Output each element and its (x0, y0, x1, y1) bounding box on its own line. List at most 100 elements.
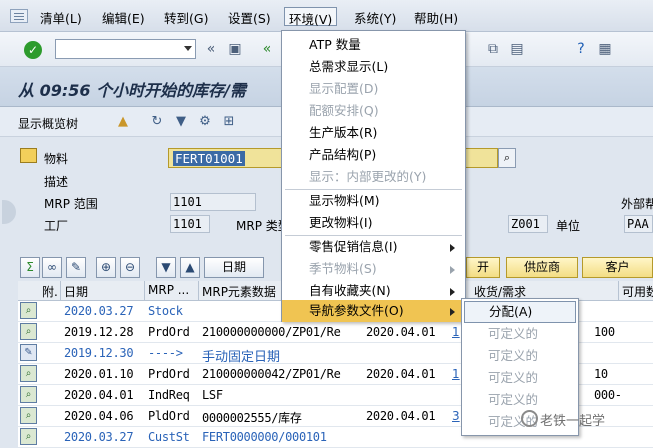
submenu-arrow-icon (450, 288, 455, 296)
col-mrp-element[interactable]: MRP ... (148, 283, 189, 297)
detail-icon[interactable]: ⌕ (20, 323, 37, 340)
detail-icon[interactable]: ⌕ (20, 386, 37, 403)
app-menu-icon[interactable] (10, 9, 28, 23)
scroll-left-handle[interactable] (2, 200, 16, 224)
unit-code-field[interactable]: Z001 (508, 215, 548, 233)
material-value: FERT01001 (173, 151, 245, 166)
row-quantity: 100 (594, 325, 615, 339)
open-button-label: 开 (476, 260, 489, 274)
menu-item-product-structure[interactable]: 产品结构(P) (282, 144, 465, 166)
row-mrp-element: Stock (148, 304, 183, 318)
environment-menu: ATP 数量 总需求显示(L) 显示配置(D) 配额安排(Q) 生产版本(R) … (281, 30, 466, 322)
collapse-icon[interactable]: « (202, 40, 220, 58)
enter-icon[interactable]: ✓ (24, 41, 42, 59)
col-date[interactable]: 日期 (64, 283, 88, 300)
watermark-logo-icon (521, 410, 538, 427)
mrp-run-icon[interactable]: ▲ (114, 113, 132, 131)
user-settings-icon[interactable]: ⚙ (196, 113, 214, 131)
row-element-data: 手动固定日期 (202, 350, 281, 365)
submenu-arrow-icon (450, 244, 455, 252)
menu-help[interactable]: 帮助(H) (410, 7, 462, 26)
menu-item-total-requirements[interactable]: 总需求显示(L) (282, 56, 465, 78)
row-date: 2020.04.01 (64, 388, 134, 402)
sort-up-icon[interactable]: ▲ (180, 257, 200, 278)
submenu-arrow-icon (450, 308, 455, 316)
menu-item-display-material[interactable]: 显示物料(M) (282, 190, 465, 212)
row-reschedule-date: 2020.04.01 (366, 367, 436, 381)
col-mrp-element-data[interactable]: MRP元素数据 (202, 283, 276, 300)
filter-icon[interactable]: ▼ (172, 113, 190, 131)
col-separator (618, 281, 619, 301)
save-icon[interactable]: ▣ (226, 40, 244, 58)
unit-field[interactable]: PAA (624, 215, 653, 233)
show-overview-tree-button[interactable]: 显示概览树 (18, 115, 78, 132)
chevron-down-icon[interactable] (184, 46, 192, 51)
menu-item-own-favorites[interactable]: 自有收藏夹(N) (282, 280, 465, 302)
menu-item-change-material[interactable]: 更改物料(I) (282, 212, 465, 234)
plant-field[interactable]: 1101 (170, 215, 210, 233)
collapse-all-icon[interactable]: ⊖ (120, 257, 140, 278)
command-field[interactable] (55, 39, 196, 59)
row-element-data: 0000002555/库存 (202, 411, 302, 425)
col-attachment[interactable]: 附. (42, 283, 58, 300)
row-date: 2020.03.27 (64, 430, 134, 444)
detail-icon[interactable]: ⌕ (20, 365, 37, 382)
mrp-area-label: MRP 范围 (44, 197, 98, 211)
menu-goto[interactable]: 转到(G) (160, 7, 212, 26)
shortcut-icon[interactable]: ▤ (508, 40, 526, 58)
submenu-item-definable-1: 可定义的 (488, 326, 539, 341)
row-element-data: LSF (202, 388, 223, 402)
detail-icon[interactable]: ⌕ (20, 302, 37, 319)
row-quantity: 10 (594, 367, 608, 381)
menu-environment[interactable]: 环境(V) (284, 7, 338, 27)
detail-icon[interactable]: ⌕ (20, 407, 37, 424)
exception-link[interactable]: 1 (452, 367, 460, 381)
settings-icon[interactable]: ⊞ (220, 113, 238, 131)
menu-list[interactable]: 清单(L) (36, 7, 86, 26)
help-icon[interactable]: ? (572, 40, 590, 58)
row-element-data: 210000000042/ZP01/Re (202, 367, 341, 381)
pencil-icon[interactable]: ✎ (66, 257, 86, 278)
expand-icon[interactable]: ⊕ (96, 257, 116, 278)
detail-icon[interactable]: ⌕ (20, 428, 37, 445)
menu-settings[interactable]: 设置(S) (224, 7, 275, 26)
menu-bar: 清单(L) 编辑(E) 转到(G) 设置(S) 环境(V) 系统(Y) 帮助(H… (0, 0, 653, 32)
submenu-arrow-icon (450, 266, 455, 274)
glasses-icon[interactable]: ∞ (42, 257, 62, 278)
external-label: 外部帮 (621, 197, 653, 211)
search-icon[interactable]: ⌕ (498, 148, 516, 168)
unit-label: 单位 (556, 219, 581, 233)
supplier-button[interactable]: 供应商 (506, 257, 578, 278)
new-session-icon[interactable]: ⧉ (484, 40, 502, 58)
submenu-item-definable-4: 可定义的 (488, 392, 539, 407)
menu-system[interactable]: 系统(Y) (350, 7, 400, 26)
col-separator (198, 281, 199, 301)
menu-item-production-version[interactable]: 生产版本(R) (282, 122, 465, 144)
exception-link[interactable]: 1 (452, 325, 460, 339)
back-icon[interactable]: « (258, 40, 276, 58)
submenu-item-assign[interactable]: 分配(A) (464, 301, 576, 323)
menu-edit[interactable]: 编辑(E) (98, 7, 149, 26)
row-mrp-element: PrdOrd (148, 325, 190, 339)
date-button[interactable]: 日期 (204, 257, 264, 278)
mrp-area-field[interactable]: 1101 (170, 193, 256, 211)
menu-item-retail-promotion[interactable]: 零售促销信息(I) (282, 236, 465, 258)
menu-item-seasonal-material: 季节物料(S) (282, 258, 465, 280)
menu-item-navigation-profile[interactable]: 导航参数文件(O) (282, 300, 465, 322)
refresh-icon[interactable]: ↻ (148, 113, 166, 131)
menu-item-atp-quantity[interactable]: ATP 数量 (282, 34, 465, 56)
page-title: 从 09:56 个小时开始的库存/需 (18, 81, 246, 100)
date-button-label: 日期 (221, 260, 246, 274)
layout-icon[interactable]: ▦ (596, 40, 614, 58)
sum-icon[interactable]: Σ (20, 257, 40, 278)
pencil-icon[interactable]: ✎ (20, 344, 37, 361)
row-mrp-element: PldOrd (148, 409, 190, 423)
open-button[interactable]: 开 (466, 257, 500, 278)
col-available-qty[interactable]: 可用数 (622, 283, 653, 300)
row-date: 2020.01.10 (64, 367, 134, 381)
customer-button[interactable]: 客户 (582, 257, 653, 278)
material-icon[interactable] (20, 148, 37, 163)
sort-down-icon[interactable]: ▼ (156, 257, 176, 278)
exception-link[interactable]: 3 (452, 409, 460, 423)
menu-item-own-favorites-label: 自有收藏夹(N) (309, 283, 391, 298)
